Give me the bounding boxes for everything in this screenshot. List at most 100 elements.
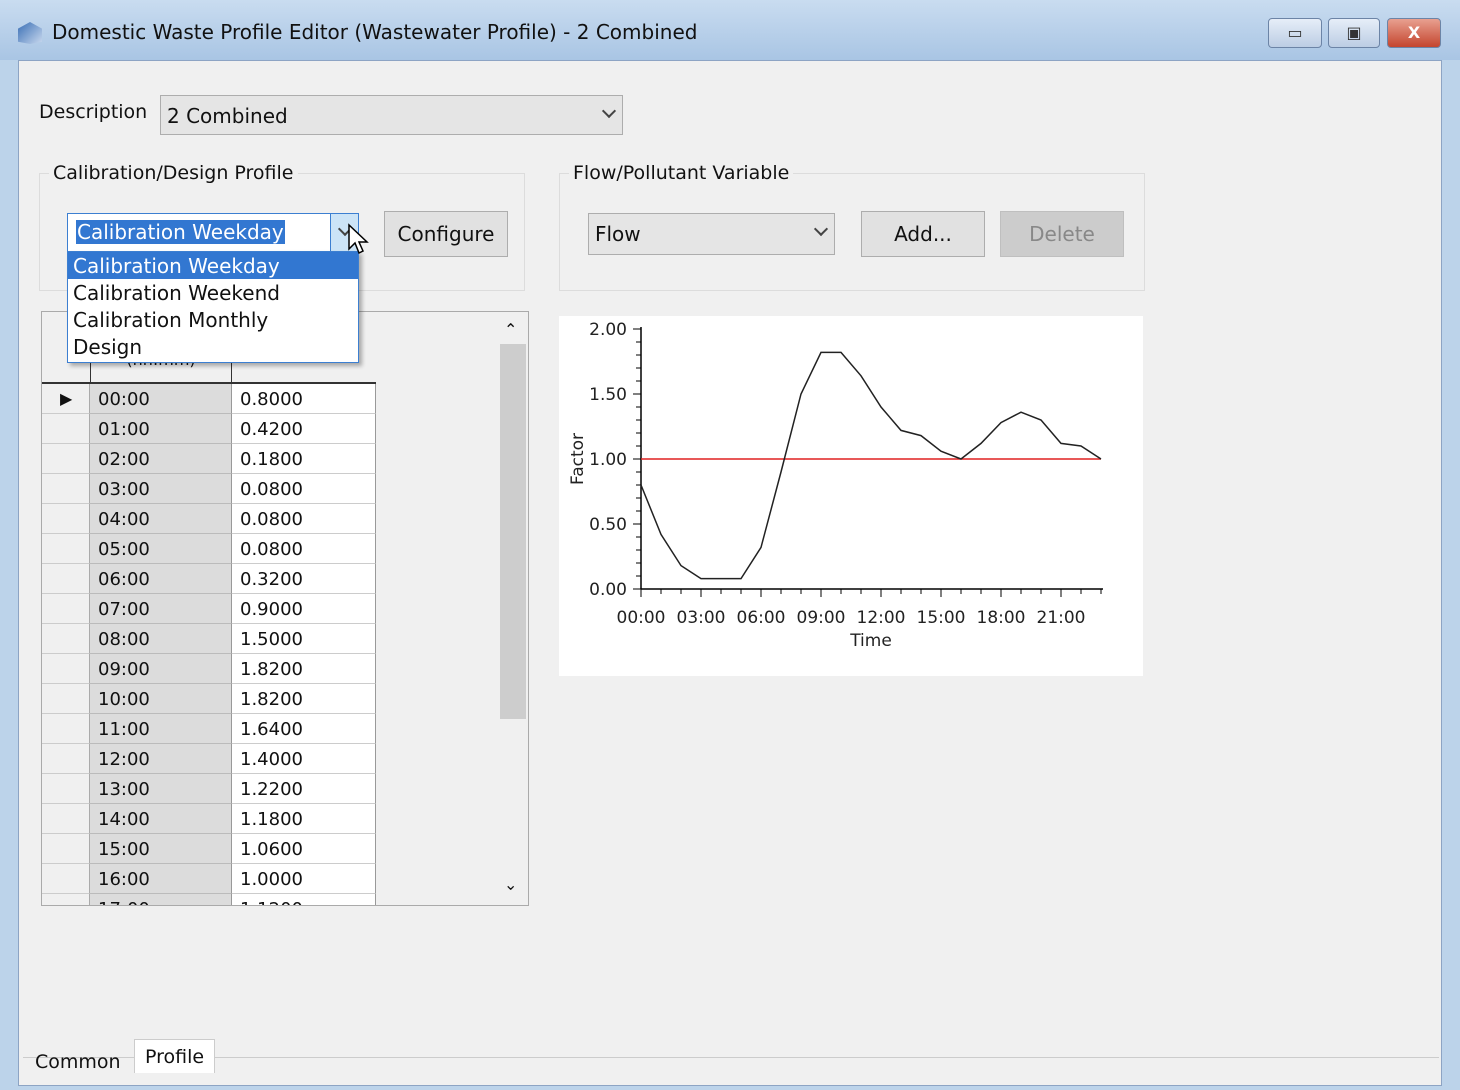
row-header[interactable] (42, 894, 90, 905)
table-row[interactable]: 03:00 0.0800 (42, 474, 376, 504)
factor-cell[interactable]: 1.8200 (232, 684, 376, 714)
factor-cell[interactable]: 1.5000 (232, 624, 376, 654)
table-row[interactable]: 13:00 1.2200 (42, 774, 376, 804)
scroll-down-icon[interactable]: ⌃ (504, 874, 517, 893)
row-header[interactable] (42, 594, 90, 624)
row-header[interactable] (42, 474, 90, 504)
time-cell[interactable]: 14:00 (90, 804, 232, 834)
factor-cell[interactable]: 1.1200 (232, 894, 376, 905)
dropdown-option[interactable]: Calibration Weekend (68, 279, 358, 306)
time-cell[interactable]: 01:00 (90, 414, 232, 444)
window-title: Domestic Waste Profile Editor (Wastewate… (52, 20, 698, 44)
time-cell[interactable]: 07:00 (90, 594, 232, 624)
time-cell[interactable]: 11:00 (90, 714, 232, 744)
factor-cell[interactable]: 1.0000 (232, 864, 376, 894)
chart-svg: 0.00 0.50 1.00 1.50 2.00 00:00 03:00 06:00 09:00… (568, 320, 1103, 651)
time-cell[interactable]: 05:00 (90, 534, 232, 564)
factor-cell[interactable]: 0.0800 (232, 474, 376, 504)
tab-common[interactable]: Common (25, 1045, 131, 1079)
table-row[interactable]: ▶ 00:00 0.8000 (42, 384, 376, 414)
table-row[interactable]: 05:00 0.0800 (42, 534, 376, 564)
minimize-button[interactable]: ▭ (1268, 18, 1322, 48)
time-cell[interactable]: 16:00 (90, 864, 232, 894)
factor-cell[interactable]: 0.4200 (232, 414, 376, 444)
table-row[interactable]: 06:00 0.3200 (42, 564, 376, 594)
close-button[interactable]: X (1387, 18, 1441, 48)
row-header[interactable] (42, 714, 90, 744)
time-cell[interactable]: 00:00 (90, 384, 232, 414)
row-header[interactable] (42, 654, 90, 684)
maximize-button[interactable]: ▣ (1328, 18, 1380, 48)
dropdown-option[interactable]: Calibration Weekday (68, 252, 358, 279)
dropdown-option[interactable]: Design (68, 333, 358, 360)
row-header[interactable] (42, 684, 90, 714)
row-header[interactable] (42, 504, 90, 534)
time-cell[interactable]: 02:00 (90, 444, 232, 474)
factor-cell[interactable]: 0.3200 (232, 564, 376, 594)
calibration-selected: Calibration Weekday (76, 220, 285, 244)
table-row[interactable]: 16:00 1.0000 (42, 864, 376, 894)
factor-cell[interactable]: 0.8000 (232, 384, 376, 414)
table-row[interactable]: 04:00 0.0800 (42, 504, 376, 534)
row-header[interactable] (42, 534, 90, 564)
table-row[interactable]: 01:00 0.4200 (42, 414, 376, 444)
time-cell[interactable]: 03:00 (90, 474, 232, 504)
time-cell[interactable]: 17:00 (90, 894, 232, 905)
y-tick-label: 0.50 (589, 515, 627, 535)
row-header[interactable] (42, 834, 90, 864)
table-row[interactable]: 02:00 0.1800 (42, 444, 376, 474)
row-header[interactable] (42, 744, 90, 774)
calibration-combo[interactable]: Calibration Weekday (67, 213, 359, 253)
tab-profile[interactable]: Profile (134, 1039, 216, 1073)
time-cell[interactable]: 10:00 (90, 684, 232, 714)
row-header[interactable]: ▶ (42, 384, 90, 414)
table-row[interactable]: 08:00 1.5000 (42, 624, 376, 654)
y-tick-label: 0.00 (589, 580, 627, 600)
row-header[interactable] (42, 624, 90, 654)
scroll-up-icon[interactable]: ⌃ (504, 320, 517, 339)
factor-cell[interactable]: 1.6400 (232, 714, 376, 744)
scrollbar-thumb[interactable] (500, 344, 526, 719)
table-row[interactable]: 12:00 1.4000 (42, 744, 376, 774)
variable-combo[interactable]: Flow (588, 213, 835, 255)
dropdown-option[interactable]: Calibration Monthly (68, 306, 358, 333)
row-header[interactable] (42, 774, 90, 804)
factor-cell[interactable]: 0.0800 (232, 534, 376, 564)
row-header[interactable] (42, 444, 90, 474)
factor-cell[interactable]: 1.8200 (232, 654, 376, 684)
time-cell[interactable]: 08:00 (90, 624, 232, 654)
factor-cell[interactable]: 1.2200 (232, 774, 376, 804)
description-combo[interactable]: 2 Combined (160, 95, 623, 135)
factor-cell[interactable]: 1.0600 (232, 834, 376, 864)
time-cell[interactable]: 04:00 (90, 504, 232, 534)
table-row[interactable]: 11:00 1.6400 (42, 714, 376, 744)
row-header[interactable] (42, 414, 90, 444)
factor-cell[interactable]: 1.4000 (232, 744, 376, 774)
variable-group-label: Flow/Pollutant Variable (569, 162, 794, 184)
time-cell[interactable]: 09:00 (90, 654, 232, 684)
table-row[interactable]: 07:00 0.9000 (42, 594, 376, 624)
table-row[interactable]: 17:00 1.1200 (42, 894, 376, 905)
row-header[interactable] (42, 864, 90, 894)
table-row[interactable]: 14:00 1.1800 (42, 804, 376, 834)
variable-value: Flow (595, 222, 641, 246)
table-row[interactable]: 09:00 1.8200 (42, 654, 376, 684)
time-cell[interactable]: 13:00 (90, 774, 232, 804)
factor-cell[interactable]: 0.9000 (232, 594, 376, 624)
time-cell[interactable]: 12:00 (90, 744, 232, 774)
time-cell[interactable]: 15:00 (90, 834, 232, 864)
vertical-scrollbar[interactable]: ⌃ ⌃ (498, 312, 528, 905)
row-header[interactable] (42, 804, 90, 834)
factor-cell[interactable]: 0.1800 (232, 444, 376, 474)
current-row-icon: ▶ (60, 389, 73, 408)
title-bar: Domestic Waste Profile Editor (Wastewate… (0, 0, 1460, 60)
add-button[interactable]: Add... (861, 211, 985, 257)
table-row[interactable]: 15:00 1.0600 (42, 834, 376, 864)
row-header[interactable] (42, 564, 90, 594)
configure-button[interactable]: Configure (384, 211, 508, 257)
description-label: Description (39, 101, 148, 123)
table-row[interactable]: 10:00 1.8200 (42, 684, 376, 714)
time-cell[interactable]: 06:00 (90, 564, 232, 594)
factor-cell[interactable]: 0.0800 (232, 504, 376, 534)
factor-cell[interactable]: 1.1800 (232, 804, 376, 834)
